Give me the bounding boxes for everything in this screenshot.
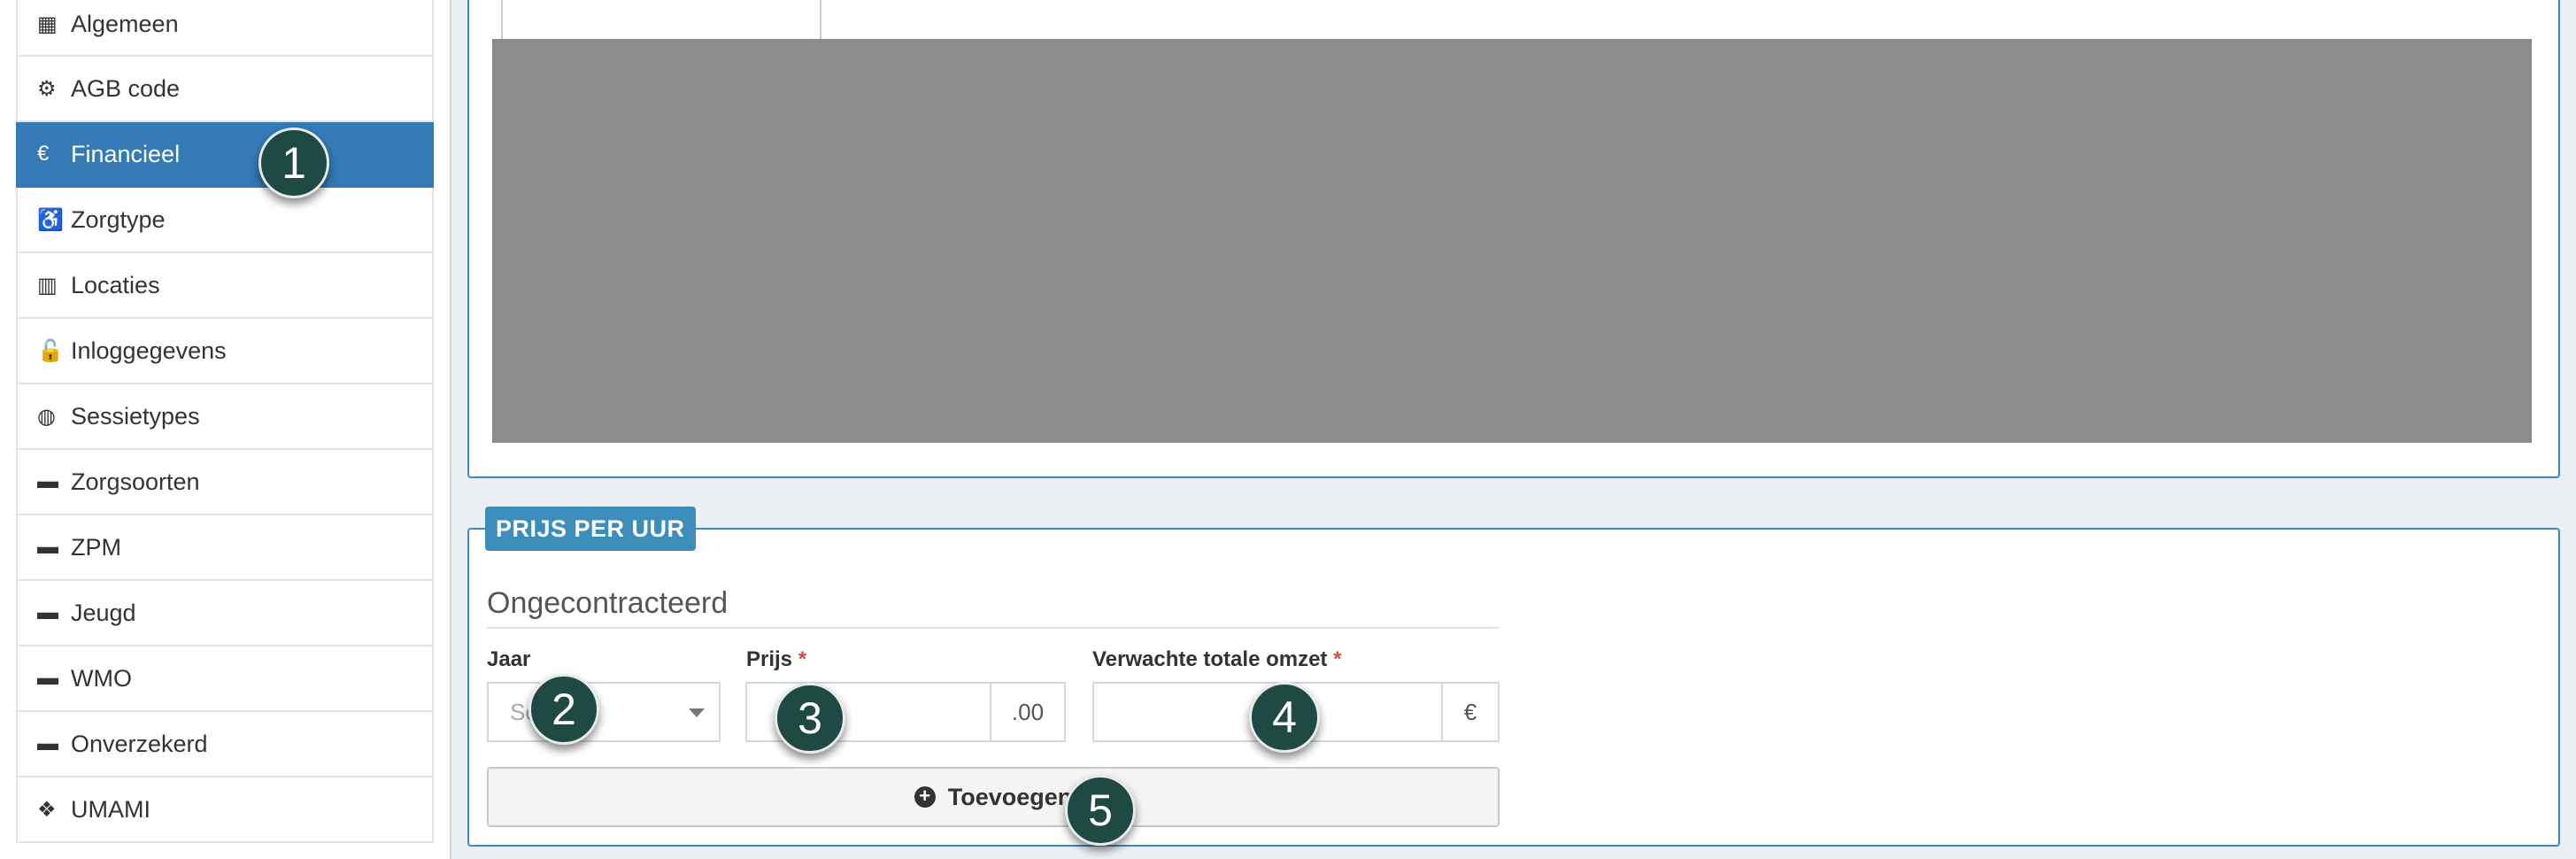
sidebar-item-jeugd[interactable]: ▬ Jeugd — [16, 581, 434, 646]
omzet-label-text: Verwachte totale omzet — [1092, 647, 1328, 671]
cubes-icon: ❖ — [37, 797, 57, 822]
required-marker: * — [1333, 647, 1342, 671]
omzet-label: Verwachte totale omzet * — [1092, 647, 1341, 672]
sidebar-item-zorgsoorten[interactable]: ▬ Zorgsoorten — [16, 450, 434, 515]
caret-down-icon — [689, 708, 705, 717]
sidebar-item-financieel[interactable]: € Financieel — [16, 122, 434, 188]
panel-badge: PRIJS PER UUR — [485, 507, 696, 551]
briefcase-icon: ▬ — [37, 469, 58, 493]
section-title: Ongecontracteerd — [487, 586, 729, 620]
sidebar-item-sessietypes[interactable]: ◍ Sessietypes — [16, 384, 434, 450]
sidebar-item-locaties[interactable]: ▥ Locaties — [16, 253, 434, 319]
jaar-label: Jaar — [487, 647, 531, 671]
add-button[interactable]: + Toevoegen — [487, 767, 1500, 827]
globe-icon: ◍ — [37, 404, 56, 429]
step-marker-4: 4 — [1249, 682, 1320, 753]
sidebar-item-label: Algemeen — [71, 10, 179, 37]
sidebar-item-zpm[interactable]: ▬ ZPM — [16, 515, 434, 581]
sidebar-item-agb-code[interactable]: ⚙ AGB code — [16, 57, 434, 122]
sidebar-menu: ▦ Algemeen ⚙ AGB code € Financieel ♿ Zor… — [16, 0, 434, 843]
table-icon: ▦ — [37, 12, 58, 36]
unlock-icon: 🔓 — [37, 338, 64, 363]
jaar-select[interactable]: Se — [487, 682, 721, 742]
map-icon: ▥ — [37, 273, 58, 298]
sidebar-item-zorgtype[interactable]: ♿ Zorgtype — [16, 188, 434, 253]
redacted-content-block — [492, 39, 2532, 443]
prijs-label: Prijs * — [746, 647, 806, 672]
upper-panel — [467, 0, 2560, 478]
accessibility-icon: ♿ — [37, 207, 64, 232]
sidebar-item-label: WMO — [71, 664, 132, 692]
table-cell — [501, 0, 821, 39]
sidebar-item-wmo[interactable]: ▬ WMO — [16, 646, 434, 712]
sidebar: ▦ Algemeen ⚙ AGB code € Financieel ♿ Zor… — [0, 0, 451, 859]
sidebar-item-label: Financieel — [71, 140, 181, 167]
step-marker-3: 3 — [775, 683, 845, 754]
sidebar-item-algemeen[interactable]: ▦ Algemeen — [16, 0, 434, 57]
step-marker-2: 2 — [528, 674, 599, 745]
briefcase-icon: ▬ — [37, 666, 58, 690]
sidebar-item-inloggegevens[interactable]: 🔓 Inloggegevens — [16, 319, 434, 384]
sidebar-item-label: ZPM — [71, 533, 121, 561]
required-marker: * — [798, 647, 807, 671]
sidebar-item-label: Onverzekerd — [71, 730, 208, 757]
step-marker-5: 5 — [1065, 775, 1136, 846]
prijs-decimal-addon: .00 — [990, 682, 1066, 742]
step-marker-1: 1 — [258, 128, 329, 198]
sidebar-item-umami[interactable]: ❖ UMAMI — [16, 778, 434, 843]
briefcase-icon: ▬ — [37, 600, 58, 624]
prijs-label-text: Prijs — [746, 647, 793, 671]
sidebar-item-label: Inloggegevens — [71, 337, 227, 364]
sidebar-item-label: Zorgtype — [71, 205, 166, 233]
sidebar-item-onverzekerd[interactable]: ▬ Onverzekerd — [16, 712, 434, 778]
sidebar-item-label: Zorgsoorten — [71, 468, 200, 495]
plus-circle-icon: + — [914, 786, 936, 808]
euro-icon: € — [37, 142, 50, 166]
section-divider — [487, 627, 1500, 629]
sidebar-item-label: Locaties — [71, 271, 160, 298]
cogs-icon: ⚙ — [37, 76, 57, 101]
sidebar-item-label: AGB code — [71, 74, 181, 102]
euro-addon: € — [1441, 682, 1500, 742]
add-button-label: Toevoegen — [947, 783, 1073, 810]
sidebar-item-label: Jeugd — [71, 599, 136, 626]
briefcase-icon: ▬ — [37, 731, 58, 755]
briefcase-icon: ▬ — [37, 535, 58, 559]
sidebar-item-label: Sessietypes — [71, 402, 200, 430]
sidebar-item-label: UMAMI — [71, 795, 150, 823]
